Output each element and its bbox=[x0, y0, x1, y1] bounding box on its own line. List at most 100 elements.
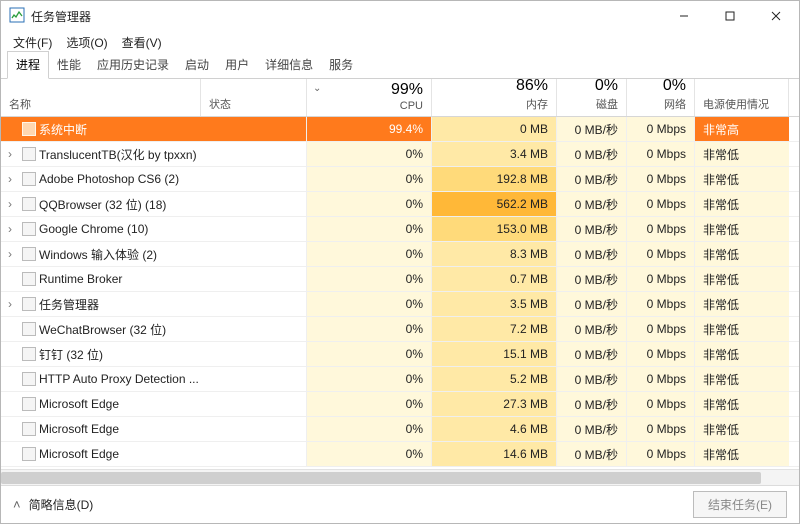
row-name-cell[interactable]: 系统中断 bbox=[1, 117, 307, 141]
cpu-cell: 0% bbox=[307, 142, 432, 166]
col-memory[interactable]: 86% 内存 bbox=[432, 79, 557, 116]
expand-icon[interactable]: › bbox=[1, 197, 19, 211]
network-cell: 0 Mbps bbox=[627, 417, 695, 441]
expand-icon[interactable]: › bbox=[1, 147, 19, 161]
network-cell: 0 Mbps bbox=[627, 167, 695, 191]
table-row[interactable]: Microsoft Edge0%14.6 MB0 MB/秒0 Mbps非常低 bbox=[1, 442, 799, 467]
power-cell: 非常低 bbox=[695, 217, 789, 241]
process-name: Microsoft Edge bbox=[39, 422, 306, 436]
memory-cell: 4.6 MB bbox=[432, 417, 557, 441]
menu-view[interactable]: 查看(V) bbox=[118, 32, 166, 53]
row-name-cell[interactable]: › Adobe Photoshop CS6 (2) bbox=[1, 167, 307, 191]
table-row[interactable]: ›Google Chrome (10)0%153.0 MB0 MB/秒0 Mbp… bbox=[1, 217, 799, 242]
row-name-cell[interactable]: Microsoft Edge bbox=[1, 392, 307, 416]
table-row[interactable]: ›Adobe Photoshop CS6 (2)0%192.8 MB0 MB/秒… bbox=[1, 167, 799, 192]
tab-startup[interactable]: 启动 bbox=[177, 52, 217, 78]
app-icon bbox=[19, 422, 39, 436]
window-title: 任务管理器 bbox=[31, 8, 91, 25]
row-name-cell[interactable]: ›Windows 输入体验 (2) bbox=[1, 242, 307, 266]
tab-strip: 进程 性能 应用历史记录 启动 用户 详细信息 服务 bbox=[1, 53, 799, 79]
process-name: Microsoft Edge bbox=[39, 447, 306, 461]
process-name: 钉钉 (32 位) bbox=[39, 346, 306, 363]
horizontal-scrollbar[interactable] bbox=[1, 469, 799, 485]
row-name-cell[interactable]: ›QQBrowser (32 位) (18) bbox=[1, 192, 307, 216]
disk-cell: 0 MB/秒 bbox=[557, 367, 627, 391]
memory-cell: 27.3 MB bbox=[432, 392, 557, 416]
table-row[interactable]: Runtime Broker0%0.7 MB0 MB/秒0 Mbps非常低 bbox=[1, 267, 799, 292]
power-cell: 非常低 bbox=[695, 392, 789, 416]
col-disk[interactable]: 0% 磁盘 bbox=[557, 79, 627, 116]
disk-cell: 0 MB/秒 bbox=[557, 417, 627, 441]
col-name[interactable]: 名称 bbox=[1, 79, 201, 116]
disk-cell: 0 MB/秒 bbox=[557, 142, 627, 166]
col-network[interactable]: 0% 网络 bbox=[627, 79, 695, 116]
row-name-cell[interactable]: 钉钉 (32 位) bbox=[1, 342, 307, 366]
process-name: Runtime Broker bbox=[39, 272, 306, 286]
disk-cell: 0 MB/秒 bbox=[557, 217, 627, 241]
expand-icon[interactable]: › bbox=[1, 247, 19, 261]
app-icon bbox=[19, 247, 39, 261]
memory-cell: 562.2 MB bbox=[432, 192, 557, 216]
table-row[interactable]: HTTP Auto Proxy Detection ...0%5.2 MB0 M… bbox=[1, 367, 799, 392]
process-name: TranslucentTB(汉化 by tpxxn) bbox=[39, 146, 306, 163]
process-name: Adobe Photoshop CS6 (2) bbox=[39, 172, 306, 186]
expand-icon[interactable]: › bbox=[1, 172, 19, 186]
maximize-button[interactable] bbox=[707, 1, 753, 31]
memory-cell: 15.1 MB bbox=[432, 342, 557, 366]
scrollbar-thumb[interactable] bbox=[1, 472, 761, 484]
row-name-cell[interactable]: Runtime Broker bbox=[1, 267, 307, 291]
row-name-cell[interactable]: Microsoft Edge bbox=[1, 417, 307, 441]
disk-cell: 0 MB/秒 bbox=[557, 292, 627, 316]
process-grid: 名称 状态 ⌄ 99% CPU 86% 内存 0% 磁盘 0% 网络 电源使用情… bbox=[1, 79, 799, 485]
rows-container: 系统中断99.4%0 MB0 MB/秒0 Mbps非常高 › Translucent… bbox=[1, 117, 799, 469]
row-name-cell[interactable]: ›Google Chrome (10) bbox=[1, 217, 307, 241]
app-icon bbox=[19, 322, 39, 336]
network-cell: 0 Mbps bbox=[627, 142, 695, 166]
row-name-cell[interactable]: ›任务管理器 bbox=[1, 292, 307, 316]
chevron-up-icon[interactable]: ˄ bbox=[13, 497, 21, 512]
row-name-cell[interactable]: HTTP Auto Proxy Detection ... bbox=[1, 367, 307, 391]
cpu-cell: 99.4% bbox=[307, 117, 432, 141]
table-row[interactable]: ›TranslucentTB(汉化 by tpxxn)0%3.4 MB0 MB/… bbox=[1, 142, 799, 167]
tab-users[interactable]: 用户 bbox=[217, 52, 257, 78]
col-status[interactable]: 状态 bbox=[201, 79, 307, 116]
cpu-cell: 0% bbox=[307, 242, 432, 266]
table-row[interactable]: ›Windows 输入体验 (2)0%8.3 MB0 MB/秒0 Mbps非常低 bbox=[1, 242, 799, 267]
minimize-button[interactable] bbox=[661, 1, 707, 31]
table-row[interactable]: WeChatBrowser (32 位)0%7.2 MB0 MB/秒0 Mbps… bbox=[1, 317, 799, 342]
network-cell: 0 Mbps bbox=[627, 217, 695, 241]
sort-caret-icon: ⌄ bbox=[313, 83, 321, 94]
app-icon bbox=[19, 272, 39, 286]
row-name-cell[interactable]: Microsoft Edge bbox=[1, 442, 307, 466]
power-cell: 非常低 bbox=[695, 167, 789, 191]
tab-app-history[interactable]: 应用历史记录 bbox=[89, 52, 177, 78]
cpu-cell: 0% bbox=[307, 267, 432, 291]
table-row[interactable]: Microsoft Edge0%27.3 MB0 MB/秒0 Mbps非常低 bbox=[1, 392, 799, 417]
menu-file[interactable]: 文件(F) bbox=[9, 32, 56, 53]
end-task-button[interactable]: 结束任务(E) bbox=[693, 491, 787, 518]
menu-options[interactable]: 选项(O) bbox=[62, 32, 111, 53]
expand-icon[interactable]: › bbox=[1, 297, 19, 311]
table-row[interactable]: Microsoft Edge0%4.6 MB0 MB/秒0 Mbps非常低 bbox=[1, 417, 799, 442]
col-cpu[interactable]: ⌄ 99% CPU bbox=[307, 79, 432, 116]
row-name-cell[interactable]: WeChatBrowser (32 位) bbox=[1, 317, 307, 341]
brief-info-link[interactable]: 简略信息(D) bbox=[29, 496, 94, 513]
tab-services[interactable]: 服务 bbox=[321, 52, 361, 78]
expand-icon[interactable]: › bbox=[1, 222, 19, 236]
cpu-cell: 0% bbox=[307, 367, 432, 391]
tab-performance[interactable]: 性能 bbox=[49, 52, 89, 78]
table-row[interactable]: 系统中断99.4%0 MB0 MB/秒0 Mbps非常高 bbox=[1, 117, 799, 142]
tab-processes[interactable]: 进程 bbox=[7, 51, 49, 79]
table-row[interactable]: ›QQBrowser (32 位) (18)0%562.2 MB0 MB/秒0 … bbox=[1, 192, 799, 217]
network-cell: 0 Mbps bbox=[627, 367, 695, 391]
power-cell: 非常低 bbox=[695, 317, 789, 341]
table-row[interactable]: 钉钉 (32 位)0%15.1 MB0 MB/秒0 Mbps非常低 bbox=[1, 342, 799, 367]
row-name-cell[interactable]: › TranslucentTB(汉化 by tpxxn) bbox=[1, 142, 307, 166]
close-button[interactable] bbox=[753, 1, 799, 31]
network-cell: 0 Mbps bbox=[627, 117, 695, 141]
table-row[interactable]: ›任务管理器0%3.5 MB0 MB/秒0 Mbps非常低 bbox=[1, 292, 799, 317]
tab-details[interactable]: 详细信息 bbox=[257, 52, 321, 78]
power-cell: 非常低 bbox=[695, 442, 789, 466]
col-power[interactable]: 电源使用情况 bbox=[695, 79, 789, 116]
power-cell: 非常低 bbox=[695, 267, 789, 291]
